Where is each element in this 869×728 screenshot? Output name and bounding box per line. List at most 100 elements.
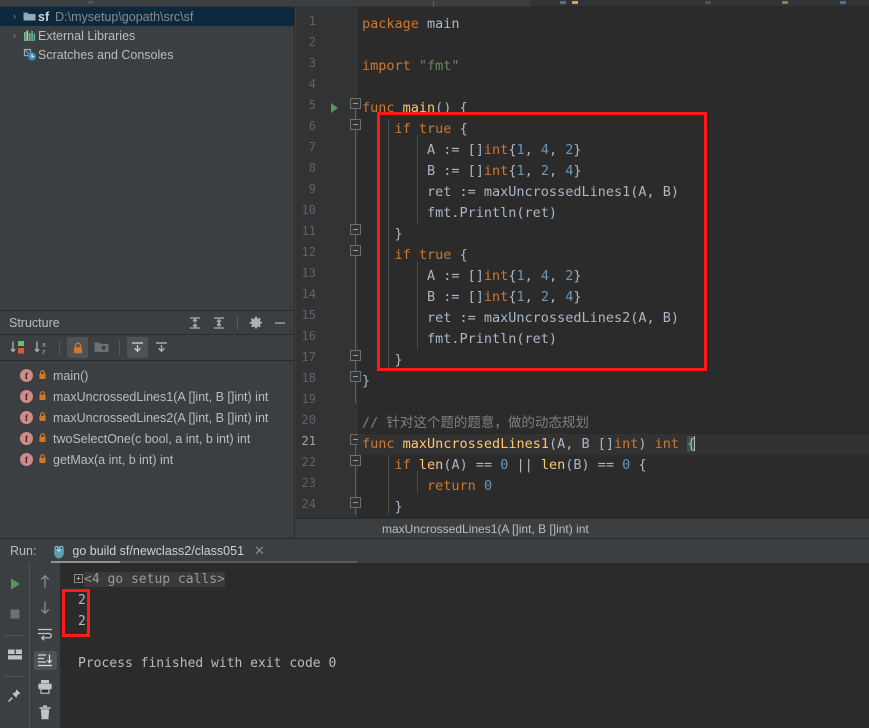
expand-icon[interactable]: + [74,574,83,583]
show-non-public-icon[interactable] [67,337,88,358]
code-line: if true { [394,121,468,137]
down-arrow-icon[interactable] [34,598,57,617]
code-line: ret := maxUncrossedLines1(A, B) [362,184,679,200]
line-number: 19 [301,392,316,406]
scroll-to-end-icon[interactable] [33,650,57,670]
console-finished-line: Process finished with exit code 0 [78,656,337,671]
sort-by-visibility-icon[interactable] [7,337,28,358]
code-line: } [362,226,403,242]
line-number: 2 [308,35,316,49]
up-arrow-icon[interactable] [34,572,57,591]
lock-icon [38,411,47,425]
tree-item-sf[interactable]: › sf D:\mysetup\gopath\src\sf [0,7,294,26]
toolbar-tick [560,1,566,4]
line-number: 18 [301,371,316,385]
divider [59,340,60,355]
collapse-all-icon[interactable] [151,337,172,358]
expand-all-icon[interactable] [187,315,203,331]
console-setup-line[interactable]: + <4 go setup calls> [60,569,869,590]
code-line: fmt.Println(ret) [362,331,558,347]
breadcrumb-label: maxUncrossedLines1(A []int, B []int) int [382,521,589,536]
function-badge-icon: f [20,369,33,382]
tree-item-path: D:\mysetup\gopath\src\sf [55,9,194,24]
scratches-icon [21,48,38,61]
divider [119,340,120,355]
code-line: } [362,499,403,515]
lock-icon [38,369,47,383]
stop-icon[interactable] [3,602,26,625]
run-tool-window: Run: go build sf/newclass2/class051 ✕ + … [0,538,869,728]
tree-item-scratches-and-consoles[interactable]: Scratches and Consoles [0,45,294,64]
toolbar-tick [572,1,578,4]
divider [5,635,24,636]
breadcrumb[interactable]: maxUncrossedLines1(A []int, B []int) int [296,518,869,538]
console-setup-text: <4 go setup calls> [84,572,225,587]
toolbar-right-segment [530,0,869,7]
trash-icon[interactable] [34,703,57,722]
svg-text:a: a [42,342,46,349]
function-badge-icon: f [20,390,33,403]
rerun-play-icon[interactable] [3,572,26,595]
code-line-current[interactable]: func maxUncrossedLines1(A, B []int) int … [358,434,869,455]
structure-toolbar: a z [0,335,294,361]
structure-item-getmax[interactable]: f getMax(a int, b int) int [0,449,294,470]
run-console-body: + <4 go setup calls> 2 2 Process finished… [0,563,869,728]
lock-icon [38,390,47,404]
toolbar-tick [840,1,846,4]
line-number: 20 [301,413,316,427]
line-number: 23 [301,476,316,490]
structure-title: Structure [9,315,60,330]
structure-item-maxuncrossedlines2[interactable]: f maxUncrossedLines2(A []int, B []int) i… [0,407,294,428]
print-icon[interactable] [34,677,57,696]
tree-item-external-libraries[interactable]: › External Libraries [0,26,294,45]
console-output[interactable]: + <4 go setup calls> 2 2 Process finished… [60,563,869,728]
structure-item-label: maxUncrossedLines1(A []int, B []int) int [53,389,269,404]
close-icon[interactable]: ✕ [254,543,265,559]
divider [5,676,24,677]
code-line: if len(A) == 0 || len(B) == 0 { [394,457,647,473]
structure-item-label: getMax(a int, b int) int [53,452,174,467]
settings-gear-icon[interactable] [248,315,264,331]
code-editor[interactable]: 1 2 3 4 5 6 7 8 9 10 11 12 13 14 15 16 1… [296,7,869,518]
line-number: 16 [301,329,316,343]
line-number: 15 [301,308,316,322]
structure-item-maxuncrossedlines1[interactable]: f maxUncrossedLines1(A []int, B []int) i… [0,386,294,407]
show-fields-icon[interactable] [91,337,112,358]
code-line: import "fmt" [362,58,460,74]
structure-item-list: f main() f maxUncrossedLines1(A []int, B… [0,361,294,470]
collapse-all-icon[interactable] [211,315,227,331]
line-number: 17 [301,350,316,364]
line-number: 5 [308,98,316,112]
layout-icon[interactable] [3,643,26,666]
svg-text:z: z [42,349,45,356]
run-window-label: Run: [10,544,37,558]
line-number: 3 [308,56,316,70]
chevron-right-icon[interactable]: › [8,26,21,45]
toolbar-tick [705,1,711,4]
code-text-area[interactable]: package main import "fmt" func main() { … [358,7,869,518]
lock-icon [38,432,47,446]
console-output-line: 2 [78,593,86,608]
expand-all-icon[interactable] [127,337,148,358]
code-line: ret := maxUncrossedLines2(A, B) [362,310,679,326]
structure-item-twoselectone[interactable]: f twoSelectOne(c bool, a int, b int) int [0,428,294,449]
top-toolbar-strip [0,0,869,8]
chevron-right-icon[interactable]: › [8,7,21,26]
line-number: 6 [308,119,316,133]
code-line: if true { [394,247,468,263]
fold-region-line [355,124,356,234]
pin-tab-icon[interactable] [3,684,26,707]
line-number-current: 21 [301,434,316,448]
function-badge-icon: f [20,432,33,445]
soft-wrap-icon[interactable] [34,624,57,643]
structure-item-label: maxUncrossedLines2(A []int, B []int) int [53,410,269,425]
run-gutter-icon[interactable] [331,103,338,113]
editor-gutter[interactable]: 1 2 3 4 5 6 7 8 9 10 11 12 13 14 15 16 1… [296,7,361,518]
sort-alphabetically-icon[interactable]: a z [31,337,52,358]
function-badge-icon: f [20,453,33,466]
run-tab-go-build[interactable]: go build sf/newclass2/class051 ✕ [46,539,273,563]
structure-item-main[interactable]: f main() [0,365,294,386]
folder-icon [21,11,38,22]
toolbar-left-segment [0,0,530,7]
line-number: 11 [301,224,316,238]
